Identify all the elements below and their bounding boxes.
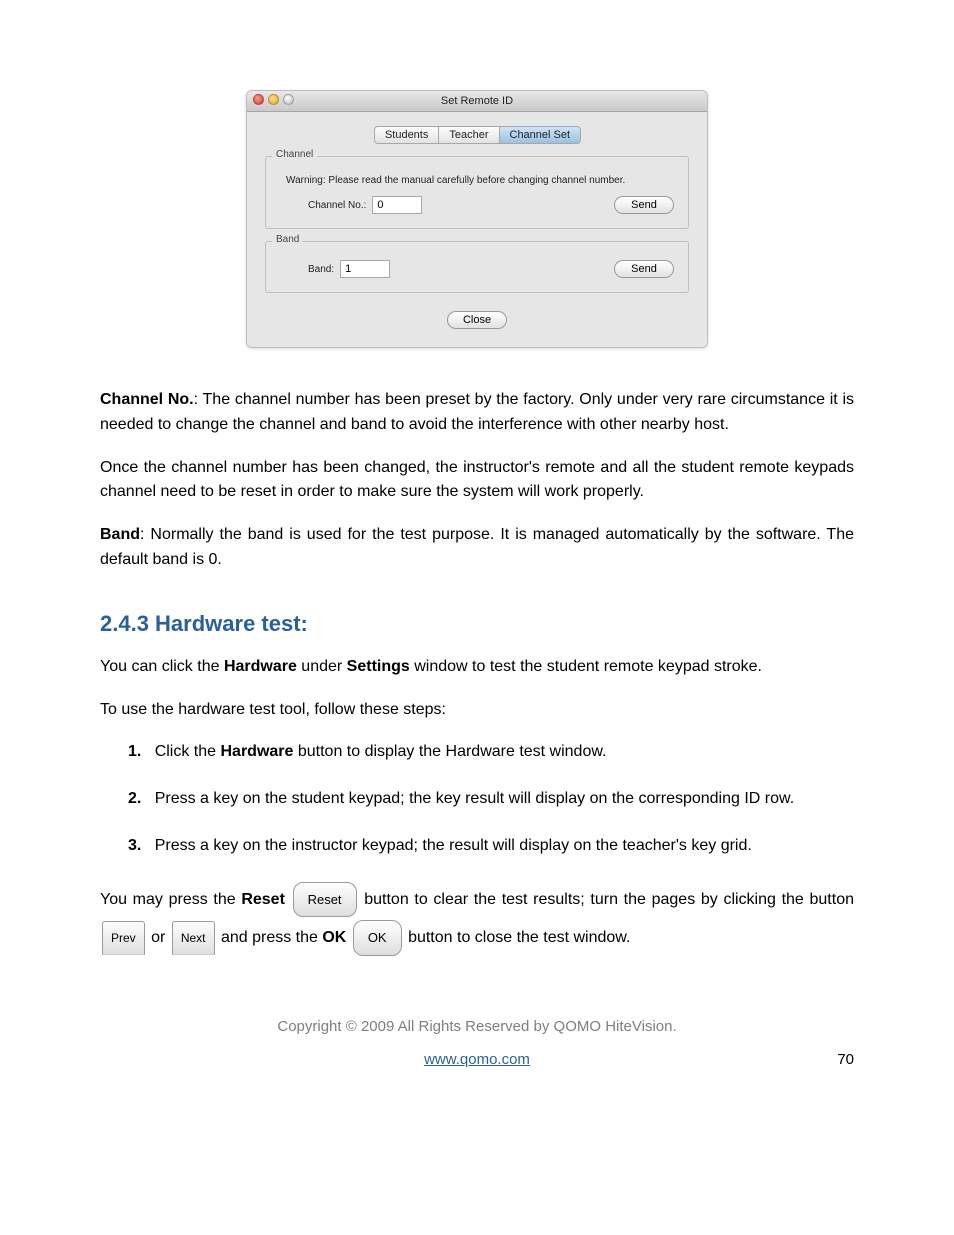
paragraph-band: Band: Normally the band is used for the …: [100, 523, 854, 573]
page-number: 70: [837, 1051, 854, 1068]
heading-hardware-test: 2.4.3 Hardware test:: [100, 611, 854, 637]
tab-channel-set[interactable]: Channel Set: [499, 126, 582, 144]
band-send-button[interactable]: Send: [614, 260, 674, 278]
tab-teacher[interactable]: Teacher: [438, 126, 499, 144]
set-remote-id-window: Set Remote ID StudentsTeacherChannel Set…: [246, 90, 708, 348]
channel-send-button[interactable]: Send: [614, 196, 674, 214]
next-inline-button: Next: [172, 921, 215, 956]
prev-inline-button: Prev: [102, 921, 145, 956]
footer-link[interactable]: www.qomo.com: [424, 1051, 530, 1068]
band-group: Band Band: Send: [265, 241, 689, 293]
tab-students[interactable]: Students: [374, 126, 439, 144]
band-legend: Band: [272, 234, 303, 245]
band-input[interactable]: [340, 260, 390, 278]
channel-warning: Warning: Please read the manual carefull…: [286, 175, 674, 186]
tab-group: StudentsTeacherChannel Set: [265, 126, 689, 144]
ok-inline-button: OK: [353, 920, 402, 955]
window-title: Set Remote ID: [441, 95, 513, 107]
band-label: Band:: [308, 264, 334, 275]
paragraph-reset-note: Once the channel number has been changed…: [100, 456, 854, 506]
step-2: 2. Press a key on the student keypad; th…: [128, 787, 854, 812]
paragraph-channel-no: Channel No.: The channel number has been…: [100, 388, 854, 438]
channel-no-label: Channel No.:: [308, 200, 366, 211]
paragraph-steps-intro: To use the hardware test tool, follow th…: [100, 698, 854, 723]
paragraph-hardware-intro: You can click the Hardware under Setting…: [100, 655, 854, 680]
window-titlebar: Set Remote ID: [247, 91, 707, 112]
copyright: Copyright © 2009 All Rights Reserved by …: [100, 1018, 854, 1035]
step-3: 3. Press a key on the instructor keypad;…: [128, 834, 854, 859]
minimize-icon[interactable]: [268, 94, 279, 105]
paragraph-buttons: You may press the Reset Reset button to …: [100, 881, 854, 958]
close-icon[interactable]: [253, 94, 264, 105]
reset-inline-button: Reset: [293, 882, 357, 917]
zoom-icon[interactable]: [283, 94, 294, 105]
step-1: 1. Click the Hardware button to display …: [128, 740, 854, 765]
close-button[interactable]: Close: [447, 311, 507, 329]
channel-no-input[interactable]: [372, 196, 422, 214]
channel-legend: Channel: [272, 149, 317, 160]
channel-group: Channel Warning: Please read the manual …: [265, 156, 689, 229]
